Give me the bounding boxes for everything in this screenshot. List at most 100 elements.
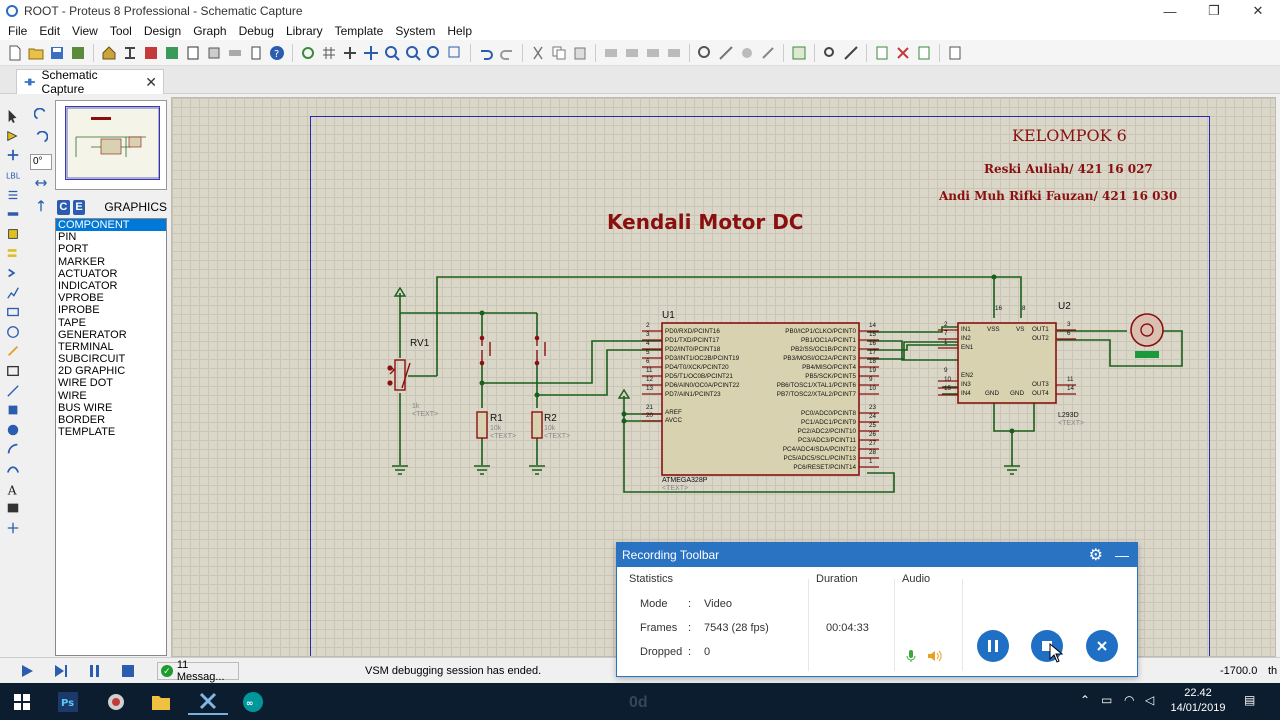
cut-icon[interactable] [529,44,547,62]
remove-sheet-icon[interactable] [894,44,912,62]
new-file-icon[interactable] [6,44,24,62]
menu-design[interactable]: Design [140,24,189,38]
step-simulation-icon[interactable] [54,664,68,678]
netlist-icon[interactable] [946,44,964,62]
menu-file[interactable]: File [4,24,35,38]
refresh-icon[interactable] [299,44,317,62]
pause-recording-button[interactable] [977,630,1009,662]
tab-close-icon[interactable]: ✕ [145,74,157,91]
list-item[interactable]: MARKER [56,256,166,268]
list-item[interactable]: VPROBE [56,292,166,304]
stop-simulation-icon[interactable] [121,664,135,678]
home-icon[interactable] [100,44,118,62]
list-item[interactable]: ACTUATOR [56,268,166,280]
list-item[interactable]: TEMPLATE [56,426,166,438]
tape-recorder-icon[interactable] [4,304,22,321]
mirror-vertical-icon[interactable] [34,199,48,216]
packaging-icon[interactable] [738,44,756,62]
menu-help[interactable]: Help [443,24,480,38]
graph-mode-icon[interactable] [4,284,22,301]
block-delete-icon[interactable] [665,44,683,62]
menu-view[interactable]: View [68,24,106,38]
menu-library[interactable]: Library [282,24,331,38]
zoom-in-icon[interactable] [383,44,401,62]
symbol-icon[interactable] [4,500,22,517]
open-folder-icon[interactable] [27,44,45,62]
pcb-icon[interactable] [142,44,160,62]
battery-icon[interactable]: ▭ [1101,693,1112,707]
wire-label-icon[interactable]: LBL [4,167,22,184]
text-icon[interactable]: A [4,480,22,497]
make-device-icon[interactable] [717,44,735,62]
junction-dot-icon[interactable] [4,147,22,164]
minimize-button[interactable]: — [1148,0,1192,22]
menu-tool[interactable]: Tool [106,24,140,38]
coreldraw-icon[interactable] [96,689,136,715]
list-item[interactable]: PIN [56,231,166,243]
zoom-all-icon[interactable] [425,44,443,62]
pick-device-icon[interactable] [696,44,714,62]
pan-icon[interactable] [362,44,380,62]
selection-mode-icon[interactable] [4,108,22,125]
voltage-probe-icon[interactable] [4,343,22,360]
photoshop-icon[interactable]: Ps [48,689,88,715]
component-mode-icon[interactable] [4,128,22,145]
list-item[interactable]: BORDER [56,414,166,426]
save-icon[interactable] [48,44,66,62]
list-item[interactable]: COMPONENT [56,219,166,232]
speaker-icon[interactable] [927,649,943,663]
buses-icon[interactable] [4,206,22,223]
list-item[interactable]: WIRE [56,390,166,402]
list-item[interactable]: BUS WIRE [56,402,166,414]
copy-icon[interactable] [550,44,568,62]
grid-icon[interactable] [320,44,338,62]
design-explorer-icon[interactable] [226,44,244,62]
menu-graph[interactable]: Graph [189,24,234,38]
wire-autorouter-icon[interactable] [790,44,808,62]
list-item[interactable]: TAPE [56,317,166,329]
microphone-icon[interactable] [906,649,916,663]
file-explorer-icon[interactable] [141,689,181,715]
list-item[interactable]: SUBCIRCUIT [56,353,166,365]
list-item[interactable]: WIRE DOT [56,377,166,389]
device-pins-icon[interactable] [4,265,22,282]
list-item[interactable]: 2D GRAPHIC [56,365,166,377]
run-simulation-icon[interactable] [20,664,34,678]
tab-schematic-capture[interactable]: Schematic Capture ✕ [16,68,164,96]
decompose-icon[interactable] [759,44,777,62]
restore-button[interactable]: ❐ [1192,0,1236,22]
path-icon[interactable] [4,461,22,478]
rotate-anticlockwise-icon[interactable] [34,130,49,148]
generator-icon[interactable] [4,324,22,341]
block-copy-icon[interactable] [602,44,620,62]
block-rotate-icon[interactable] [644,44,662,62]
wifi-icon[interactable]: ◠ [1124,693,1134,707]
rotation-angle-field[interactable]: 0° [30,154,52,170]
gerber-icon[interactable] [205,44,223,62]
pause-simulation-icon[interactable] [88,664,102,678]
minimize-icon[interactable]: — [1115,547,1129,563]
terminals-icon[interactable] [4,245,22,262]
search-tag-icon[interactable] [821,44,839,62]
line-icon[interactable] [4,382,22,399]
rotate-clockwise-icon[interactable] [33,107,48,125]
redo-icon[interactable] [498,44,516,62]
undo-icon[interactable] [477,44,495,62]
recording-toolbar-header[interactable]: Recording Toolbar ⚙ — [617,543,1137,567]
box-icon[interactable] [4,402,22,419]
circle-icon[interactable] [4,422,22,439]
block-move-icon[interactable] [623,44,641,62]
pick-mode-e-button[interactable]: E [72,199,86,215]
schematic-icon[interactable] [121,44,139,62]
show-hidden-icons-icon[interactable]: ⌃ [1080,693,1090,707]
origin-icon[interactable] [341,44,359,62]
import-icon[interactable] [69,44,87,62]
mirror-horizontal-icon[interactable] [34,176,48,193]
bom-icon[interactable] [184,44,202,62]
arc-icon[interactable] [4,441,22,458]
list-item[interactable]: PORT [56,243,166,255]
list-item[interactable]: TERMINAL [56,341,166,353]
help-icon[interactable]: ? [268,44,286,62]
list-item[interactable]: INDICATOR [56,280,166,292]
paste-icon[interactable] [571,44,589,62]
